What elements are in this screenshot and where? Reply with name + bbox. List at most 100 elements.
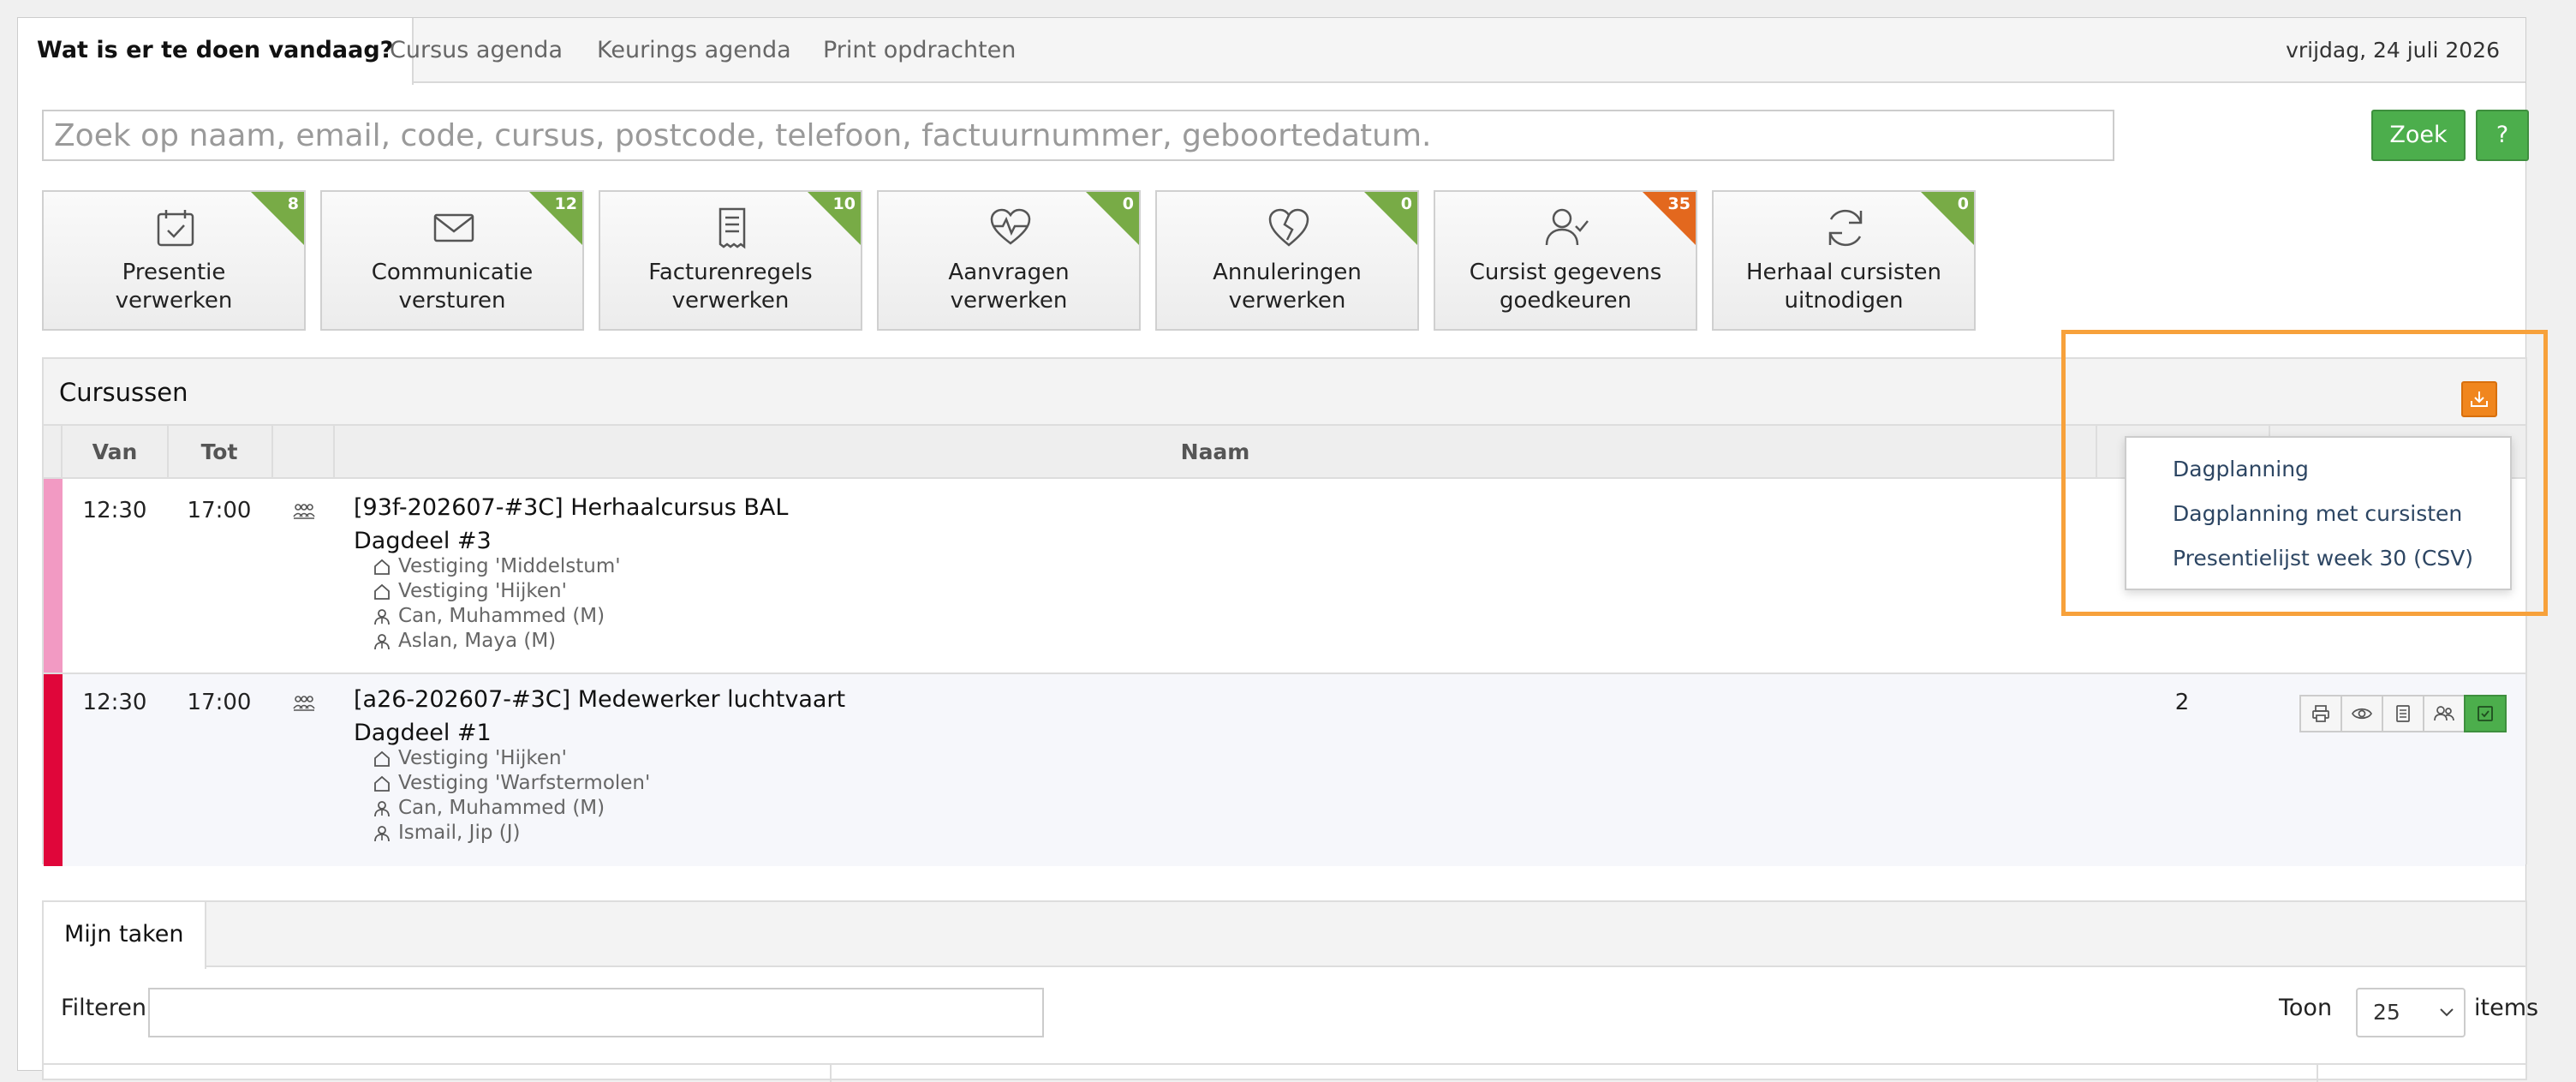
download-icon [2471,392,2488,407]
user-check-icon [1545,208,1589,246]
tile-annuleringen[interactable]: Annuleringen verwerken 0 [1155,190,1419,331]
menu-item-dagplanning-cursisten[interactable]: Dagplanning met cursisten [2173,501,2462,526]
envelope-icon [433,213,474,242]
page-size-value: 25 [2373,1000,2400,1025]
tile-cursist-gegevens[interactable]: Cursist gegevens goedkeuren 35 [1434,190,1697,331]
instructor-item: Ismail, Jip (J) [373,821,2084,846]
tile-line2: verwerken [671,288,790,314]
instructor-item: Can, Muhammed (M) [373,604,2084,629]
instructor-item: Can, Muhammed (M) [373,796,2084,821]
row-from: 12:30 [82,690,147,715]
tab-print-opdrachten[interactable]: Print opdrachten [804,18,1035,83]
location-label: Vestiging 'Hijken' [398,580,567,602]
location-label: Vestiging 'Hijken' [398,747,567,769]
search-input[interactable] [42,110,2114,161]
home-icon [374,775,390,792]
tile-aanvragen[interactable]: Aanvragen verwerken 0 [877,190,1141,331]
tab-bar: Wat is er te doen vandaag? Cursus agenda… [18,18,2525,85]
course-title[interactable]: [a26-202607-#3C] Medewerker luchtvaart [354,686,2084,713]
heart-broken-icon [1268,208,1309,247]
calendar-check-icon [157,210,194,247]
group-icon [292,693,316,720]
instructor-label: Can, Muhammed (M) [398,797,605,819]
receipt-icon [719,207,746,249]
location-item: Vestiging 'Warfstermolen' [373,771,2084,796]
tile-count: 0 [1122,194,1134,213]
presence-button[interactable] [2464,695,2507,732]
view-button[interactable] [2340,695,2383,732]
tile-count: 0 [1400,194,1412,213]
course-dagdeel: Dagdeel #3 [354,528,492,554]
tile-line1: Facturenregels [648,260,813,285]
current-date: vrijdag, 24 juli 2026 [2286,38,2500,63]
col-van: Van [92,439,138,464]
tile-line2: goedkeuren [1499,288,1632,314]
tab-keurings-agenda[interactable]: Keurings agenda [578,18,810,83]
download-menu: Dagplanning Dagplanning met cursisten Pr… [2125,436,2512,590]
participants-button[interactable] [2423,695,2466,732]
tile-count: 12 [554,194,577,213]
home-icon [374,750,390,767]
tile-line1: Herhaal cursisten [1745,260,1942,285]
tasks-panel: Mijn taken Filteren Toon 25 items [42,900,2538,1082]
items-label: items [2474,995,2539,1021]
tile-line2: uitnodigen [1784,288,1904,314]
tab-cursus-agenda[interactable]: Cursus agenda [371,18,581,83]
checkbox-icon [2478,706,2493,721]
tile-herhaal-cursisten[interactable]: Herhaal cursisten uitnodigen 0 [1712,190,1976,331]
instructor-item: Aslan, Maya (M) [373,629,2084,654]
instructor-icon [374,800,390,816]
help-button[interactable]: ? [2476,110,2529,161]
document-icon [2396,705,2410,722]
course-title[interactable]: [93f-202607-#3C] Herhaalcursus BAL [354,494,2084,521]
tile-communicatie[interactable]: Communicatie versturen 12 [320,190,584,331]
location-item: Vestiging 'Middelstum' [373,554,2084,579]
eye-icon [2352,708,2372,720]
app-frame: Wat is er te doen vandaag? Cursus agenda… [17,17,2548,1082]
refresh-icon [1828,209,1863,247]
tile-line2: verwerken [1228,288,1346,314]
download-button[interactable] [2461,381,2497,417]
tile-line1: Cursist gegevens [1469,260,1662,285]
table-row[interactable]: 12:30 17:00 [a26-202607-#3C] Medewerker … [44,674,2525,866]
tile-line2: verwerken [950,288,1068,314]
row-count: 2 [2174,690,2190,715]
row-actions [2299,695,2507,732]
instructor-icon [374,608,390,625]
filter-label: Filteren [61,995,146,1021]
tab-today[interactable]: Wat is er te doen vandaag? [18,18,414,85]
tile-line1: Annuleringen [1213,260,1362,285]
tab-mijn-taken[interactable]: Mijn taken [44,902,206,969]
tile-presentie[interactable]: Presentie verwerken 8 [42,190,306,331]
instructor-icon [374,825,390,841]
row-to: 17:00 [187,498,252,523]
courses-title: Cursussen [59,378,188,407]
location-item: Vestiging 'Hijken' [373,579,2084,604]
row-from: 12:30 [82,498,147,523]
tile-count: 0 [1957,194,1969,213]
location-item: Vestiging 'Hijken' [373,746,2084,771]
notes-button[interactable] [2382,695,2424,732]
tile-line1: Aanvragen [948,260,1070,285]
tile-facturenregels[interactable]: Facturenregels verwerken 10 [599,190,862,331]
instructor-label: Ismail, Jip (J) [398,822,521,844]
col-naam: Naam [1180,439,1250,464]
heart-pulse-icon [990,208,1031,245]
tile-count: 35 [1667,194,1690,213]
search-button[interactable]: Zoek [2371,110,2466,161]
tile-line2: verwerken [115,288,233,314]
menu-item-dagplanning[interactable]: Dagplanning [2173,457,2309,481]
filter-input[interactable] [148,988,1044,1037]
instructor-label: Aslan, Maya (M) [398,630,557,652]
tile-line1: Presentie [122,260,226,285]
row-color-bar [44,479,63,673]
location-label: Vestiging 'Middelstum' [398,555,621,577]
menu-item-presentielijst[interactable]: Presentielijst week 30 (CSV) [2173,546,2473,571]
tile-line2: versturen [398,288,506,314]
tile-count: 10 [832,194,856,213]
page-size-select[interactable]: 25 [2356,988,2466,1037]
print-button[interactable] [2299,695,2342,732]
print-icon [2312,705,2329,722]
course-details: [a26-202607-#3C] Medewerker luchtvaart D… [354,686,2084,846]
chevron-down-icon [2440,1008,2454,1017]
